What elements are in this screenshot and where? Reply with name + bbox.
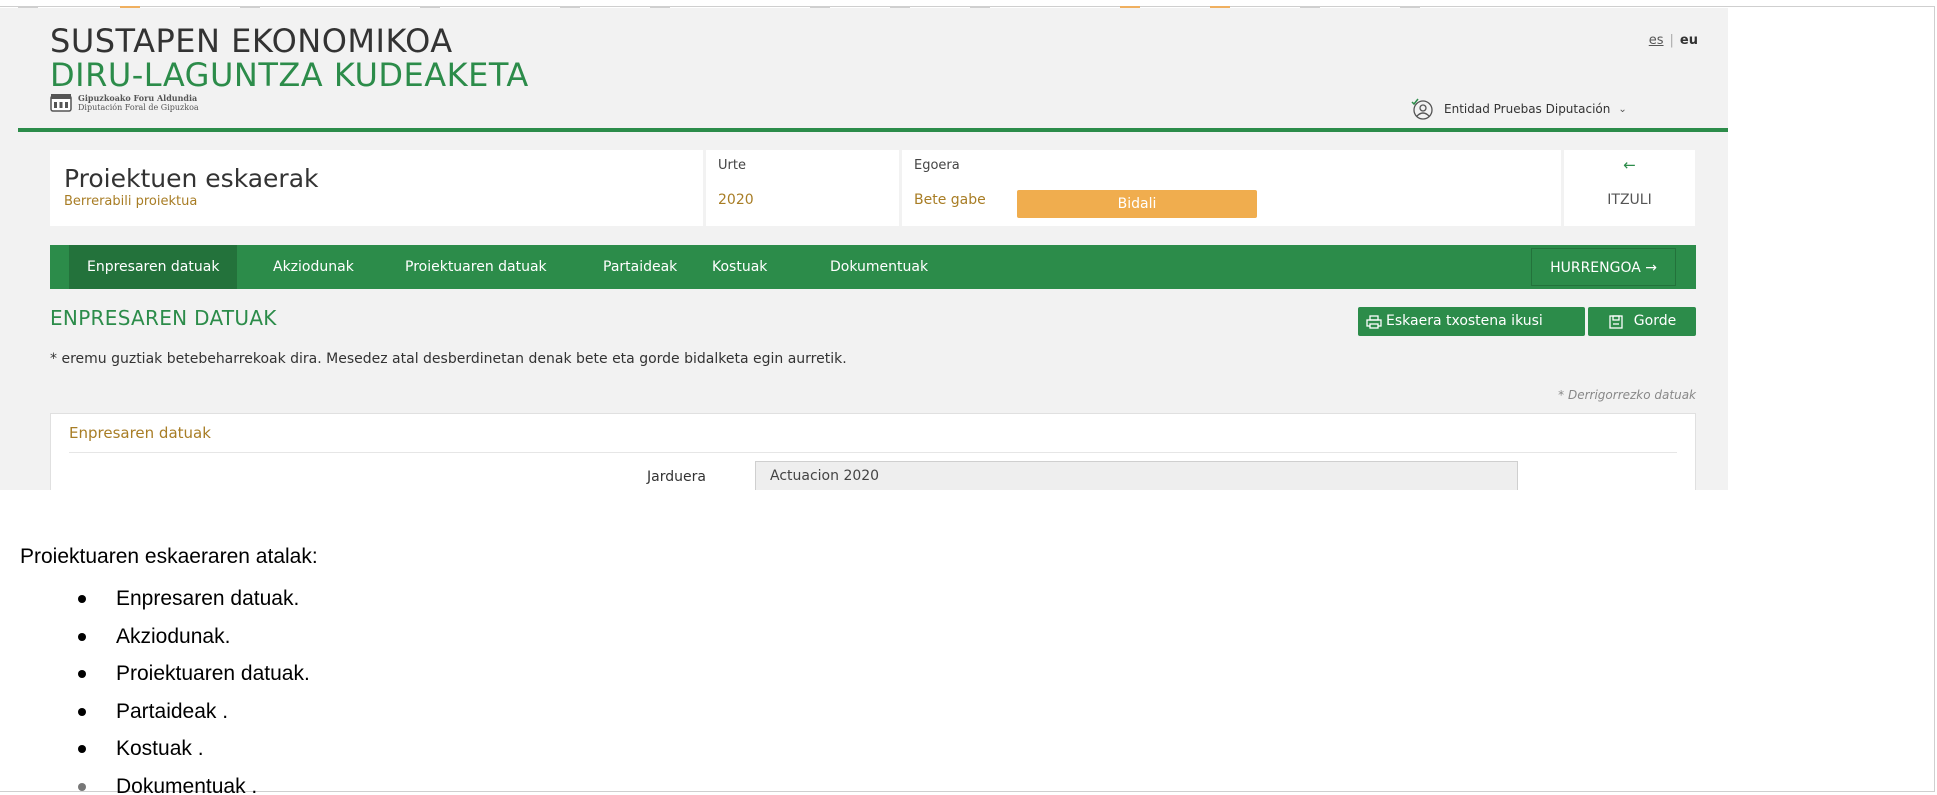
list-item: Akziodunak.: [78, 618, 310, 656]
arrow-left-icon: ←: [1623, 156, 1636, 174]
language-switcher: es | eu: [1649, 33, 1698, 48]
lang-eu-link[interactable]: eu: [1680, 33, 1698, 48]
back-label: ITZULI: [1607, 192, 1652, 208]
state-value: Bete gabe: [914, 192, 986, 208]
tab-proiektuaren-datuak[interactable]: Proiektuaren datuak: [405, 245, 547, 289]
logo-text-basque: Gipuzkoako Foru Aldundia: [78, 93, 198, 103]
chevron-down-icon: ⌄: [1618, 103, 1627, 115]
tab-dokumentuak[interactable]: Dokumentuak: [830, 245, 928, 289]
view-report-label: Eskaera txostena ikusi: [1386, 313, 1543, 329]
year-value: 2020: [718, 192, 754, 208]
app-header: SUSTAPEN EKONOMIKOA DIRU-LAGUNTZA KUDEAK…: [0, 8, 1728, 130]
mandatory-data-note: * Derrigorrezko datuak: [1558, 388, 1696, 402]
activity-field[interactable]: Actuacion 2020: [755, 461, 1518, 490]
section-tabs: Enpresaren datuak Akziodunak Proiektuare…: [50, 245, 1696, 289]
tab-akziodunak[interactable]: Akziodunak: [273, 245, 354, 289]
list-item: Partaideak .: [78, 693, 310, 731]
list-item: Kostuak .: [78, 730, 310, 768]
header-divider: [18, 128, 1728, 132]
gipuzkoa-logo[interactable]: Gipuzkoako Foru Aldundia Diputación Fora…: [50, 92, 199, 114]
lang-separator: |: [1669, 33, 1674, 48]
top-ruler-marks: [0, 0, 1937, 8]
tab-enpresaren-datuak[interactable]: Enpresaren datuak: [69, 245, 238, 289]
user-icon: [1411, 98, 1433, 120]
app-screenshot: SUSTAPEN EKONOMIKOA DIRU-LAGUNTZA KUDEAK…: [0, 8, 1728, 490]
required-fields-note: * eremu guztiak betebeharrekoak dira. Me…: [50, 351, 847, 367]
state-label: Egoera: [914, 158, 960, 173]
back-button[interactable]: ← ITZULI: [1564, 150, 1695, 226]
card-state-cell: Egoera Bete gabe Bidali: [902, 150, 1561, 226]
card-title-cell: Proiektuen eskaerak Berrerabili proiektu…: [50, 150, 703, 226]
save-icon: [1609, 314, 1623, 329]
card-year-cell: Urte 2020: [706, 150, 899, 226]
list-item: Dokumentuak .: [78, 768, 310, 795]
reuse-project-link[interactable]: Berrerabili proiektua: [64, 194, 197, 209]
tab-partaideak[interactable]: Partaideak: [603, 245, 677, 289]
app-title-line1: SUSTAPEN EKONOMIKOA: [50, 22, 453, 60]
save-label: Gorde: [1633, 313, 1677, 329]
app-title-line2: DIRU-LAGUNTZA KUDEAKETA: [50, 56, 529, 94]
page-title: Proiektuen eskaerak: [64, 164, 319, 193]
lang-es-link[interactable]: es: [1649, 33, 1664, 48]
coat-of-arms-icon: [50, 93, 72, 113]
printer-icon: [1366, 314, 1382, 329]
user-name: Entidad Pruebas Diputación: [1444, 102, 1611, 116]
panel-divider: [69, 452, 1677, 453]
request-info-card: Proiektuen eskaerak Berrerabili proiektu…: [50, 150, 1696, 226]
doc-section-list: Enpresaren datuak. Akziodunak. Proiektua…: [78, 580, 310, 795]
panel-title: Enpresaren datuak: [69, 424, 211, 442]
logo-text-spanish: Diputación Foral de Gipuzkoa: [78, 103, 199, 112]
list-item: Enpresaren datuak.: [78, 580, 310, 618]
company-data-panel: Enpresaren datuak Jarduera Actuacion 202…: [50, 413, 1696, 490]
activity-label: Jarduera: [647, 469, 706, 485]
next-button[interactable]: HURRENGOA →: [1531, 248, 1676, 286]
list-item: Proiektuaren datuak.: [78, 655, 310, 693]
year-label: Urte: [718, 158, 746, 173]
doc-intro-text: Proiektuaren eskaeraren atalak:: [20, 545, 318, 568]
send-button[interactable]: Bidali: [1017, 190, 1257, 218]
tab-kostuak[interactable]: Kostuak: [712, 245, 767, 289]
user-menu[interactable]: Entidad Pruebas Diputación ⌄: [1410, 98, 1627, 120]
section-title: ENPRESAREN DATUAK: [50, 306, 277, 330]
view-report-button[interactable]: Eskaera txostena ikusi: [1358, 307, 1585, 336]
save-button[interactable]: Gorde: [1588, 307, 1696, 336]
